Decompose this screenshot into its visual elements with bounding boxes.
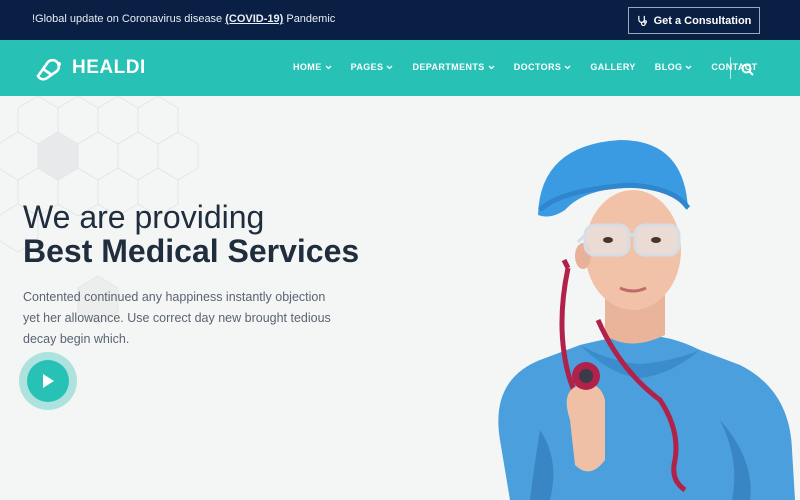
hero-heading-line1: We are providing xyxy=(23,199,265,235)
chevron-down-icon xyxy=(564,65,571,69)
chevron-down-icon xyxy=(488,65,495,69)
get-consultation-button[interactable]: Get a Consultation xyxy=(628,7,760,34)
chevron-down-icon xyxy=(386,65,393,69)
nav-item-pages[interactable]: PAGES xyxy=(351,62,394,72)
play-icon xyxy=(43,374,54,388)
nav-item-home[interactable]: HOME xyxy=(293,62,332,72)
stethoscope-icon xyxy=(637,15,647,26)
hero-heading-line2: Best Medical Services xyxy=(23,233,360,269)
hero-description: Contented continued any happiness instan… xyxy=(23,290,331,346)
notice-suffix: Pandemic xyxy=(283,13,336,25)
search-icon[interactable] xyxy=(741,63,754,76)
logo-text: HEALDI xyxy=(72,57,146,78)
notice-prefix: !Global update on Coronavirus disease xyxy=(32,13,226,25)
nav-item-label: HOME xyxy=(293,62,322,72)
main-navbar: HEALDI HOME PAGES DEPARTMENTS DOCTORS GA… xyxy=(0,40,800,96)
nav-item-label: GALLERY xyxy=(590,62,636,72)
top-bar: !Global update on Coronavirus disease (C… xyxy=(0,0,800,40)
nav-divider xyxy=(730,57,731,79)
nav-item-label: DOCTORS xyxy=(513,62,562,72)
hero-section: We are providing Best Medical Services C… xyxy=(0,96,800,500)
nav-item-gallery[interactable]: GALLERY xyxy=(590,62,635,72)
nav-item-label: PAGES xyxy=(350,62,384,72)
chevron-down-icon xyxy=(685,65,692,69)
nav-item-label: DEPARTMENTS xyxy=(412,62,485,72)
logo[interactable]: HEALDI xyxy=(32,54,146,82)
nav-item-departments[interactable]: DEPARTMENTS xyxy=(412,62,495,72)
nav-item-label: BLOG xyxy=(654,62,683,72)
play-button-inner xyxy=(27,360,69,402)
pill-icon xyxy=(36,58,61,81)
nav-menu: HOME PAGES DEPARTMENTS DOCTORS GALLERY B… xyxy=(293,62,758,72)
covid-notice: !Global update on Coronavirus disease (C… xyxy=(32,13,335,25)
nav-item-doctors[interactable]: DOCTORS xyxy=(514,62,572,72)
covid-link[interactable]: (COVID-19) xyxy=(225,13,283,25)
chevron-down-icon xyxy=(325,65,332,69)
nav-item-blog[interactable]: BLOG xyxy=(655,62,693,72)
consult-label: Get a Consultation xyxy=(653,14,752,27)
doctor-image xyxy=(498,140,795,500)
play-video-button[interactable] xyxy=(19,352,77,410)
